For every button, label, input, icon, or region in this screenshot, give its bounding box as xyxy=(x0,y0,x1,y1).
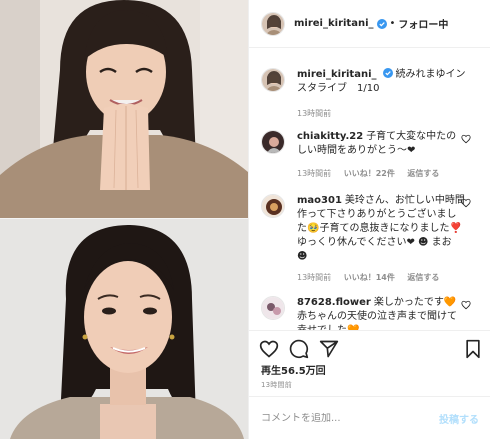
heart-icon[interactable] xyxy=(461,198,471,208)
video-frame-bottom xyxy=(0,219,248,439)
post-caption: mirei_kiritani_ 続みれまゆインスタライブ 1/10 13時間前 xyxy=(261,68,483,119)
reply-button[interactable]: 返信する xyxy=(407,169,439,178)
verified-badge-icon xyxy=(376,18,387,29)
video-frame-top xyxy=(0,0,248,219)
comment-timestamp[interactable]: 13時間前 xyxy=(297,273,331,282)
following-button[interactable]: フォロー中 xyxy=(398,16,448,31)
caption-timestamp[interactable]: 13時間前 xyxy=(297,109,331,118)
share-icon[interactable] xyxy=(319,339,339,359)
post-timestamp[interactable]: 13時間前 xyxy=(261,380,292,390)
comment-item: chiakitty.22 子育て大変な中たのしい時間をありがとう〜❤︎ 13時間前… xyxy=(261,130,483,179)
comment-username[interactable]: 87628.flower xyxy=(297,297,371,308)
comment-likes[interactable]: いいね！14件 xyxy=(344,273,395,282)
comment-item: mao301 美玲さん、お忙しい中時間作って下さりありがとうございました🥹子育ての… xyxy=(261,194,483,283)
comments-list[interactable]: mirei_kiritani_ 続みれまゆインスタライブ 1/10 13時間前 c… xyxy=(249,60,490,330)
bookmark-icon[interactable] xyxy=(463,339,483,359)
heart-icon[interactable] xyxy=(461,300,471,310)
separator-dot: • xyxy=(389,18,396,29)
comment-input[interactable] xyxy=(261,412,439,424)
comment-timestamp[interactable]: 13時間前 xyxy=(297,169,331,178)
comment-likes[interactable]: いいね！22件 xyxy=(344,169,395,178)
comment-compose: 投稿する xyxy=(249,396,490,439)
heart-icon[interactable] xyxy=(461,134,471,144)
reply-button[interactable]: 返信する xyxy=(407,273,439,282)
view-count[interactable]: 再生56.5万回 xyxy=(261,362,326,377)
caption-username[interactable]: mirei_kiritani_ xyxy=(297,69,377,80)
post-comment-button[interactable]: 投稿する xyxy=(439,411,479,426)
avatar[interactable] xyxy=(261,194,285,218)
avatar[interactable] xyxy=(261,130,285,154)
comment-item: 87628.flower楽しかったです🧡赤ちゃんの天使の泣き声まで聞けて幸せでし… xyxy=(261,296,483,330)
avatar[interactable] xyxy=(261,296,285,320)
avatar[interactable] xyxy=(261,68,285,92)
avatar[interactable] xyxy=(261,11,285,36)
post-panel: mirei_kiritani_ • フォロー中 mirei_kiritani_ 続… xyxy=(248,0,490,439)
host-video-image xyxy=(0,0,248,219)
action-bar xyxy=(249,330,490,366)
verified-badge-icon xyxy=(382,68,393,78)
comment-username[interactable]: chiakitty.22 xyxy=(297,131,363,142)
guest-video-image xyxy=(0,219,248,439)
comment-username[interactable]: mao301 xyxy=(297,195,342,206)
username-link[interactable]: mirei_kiritani_ xyxy=(294,18,374,29)
like-heart-icon[interactable] xyxy=(259,339,279,359)
live-video[interactable] xyxy=(0,0,248,439)
comment-icon[interactable] xyxy=(289,339,309,359)
post-header: mirei_kiritani_ • フォロー中 xyxy=(249,0,490,48)
